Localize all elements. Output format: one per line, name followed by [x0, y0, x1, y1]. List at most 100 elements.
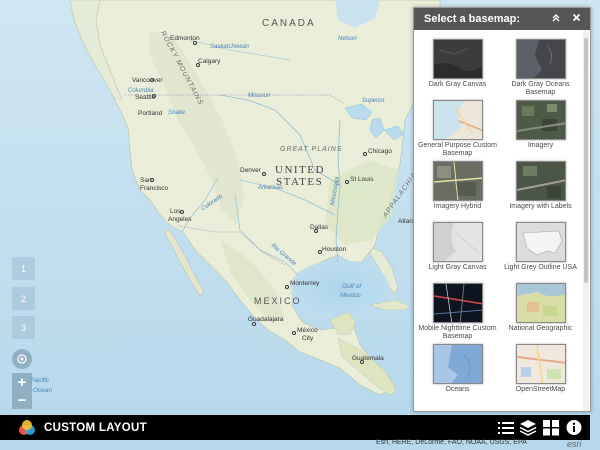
app-logo-icon [18, 419, 36, 437]
city-san-francisco-1: San [140, 177, 152, 184]
label-saskatchewan: Saskatchewan [210, 44, 250, 50]
city-san-francisco-2: Francisco [140, 185, 169, 192]
city-denver: Denver [240, 167, 261, 174]
page-button-3[interactable]: 3 [12, 316, 35, 339]
city-guadalajara: Guadalajara [248, 316, 284, 323]
basemap-imagery-hybrid[interactable]: Imagery Hybrid [416, 161, 499, 219]
locate-button[interactable] [12, 349, 32, 369]
basemap-panel-title: Select a basemap: [424, 13, 520, 25]
city-marker-los-angeles [180, 210, 184, 214]
label-pacific: Pacific [30, 377, 50, 384]
zoom-out-button[interactable]: − [12, 391, 32, 409]
thumbnail-nighttime [432, 283, 483, 323]
basemap-national-geographic[interactable]: National Geographic [499, 283, 582, 341]
city-seattle: Seattle [135, 94, 156, 101]
label-states: STATES [276, 176, 324, 188]
city-marker-st-louis [345, 180, 349, 184]
basemap-imagery[interactable]: Imagery [499, 100, 582, 158]
label-gulf-of: Gulf of [342, 283, 362, 290]
basemap-label: Dark Gray Oceans Basemap [511, 81, 570, 96]
map-attribution: Esri, HERE, DeLorme, FAO, NOAA, USGS, EP… [376, 439, 527, 446]
thumbnail-imagery [515, 100, 566, 140]
label-great-plains: GREAT PLAINS [280, 146, 343, 153]
layers-icon[interactable] [519, 419, 537, 436]
city-los-angeles-1: Los [170, 208, 181, 215]
city-marker-mexico-city [292, 331, 296, 335]
bottom-toolbar: CUSTOM LAYOUT [0, 415, 590, 440]
thumbnail-natgeo [515, 283, 566, 323]
basemap-label: Imagery [527, 142, 554, 149]
city-mexico-city-2: City [302, 335, 314, 342]
basemap-imagery-labels[interactable]: Imagery with Labels [499, 161, 582, 219]
double-chevron-up-icon[interactable] [548, 13, 564, 26]
thumbnail-imagery-hybrid [432, 161, 483, 201]
basemap-label: National Geographic [508, 325, 573, 332]
locate-icon [17, 354, 27, 364]
label-arkansas-river: Arkansas [258, 185, 284, 191]
label-ocean: Ocean [33, 387, 53, 394]
basemap-gallery: Dark Gray Canvas Dark Gray Oceans Basema… [414, 30, 582, 411]
basemap-label: General Purpose Custom Basemap [418, 142, 497, 157]
city-houston: Houston [322, 246, 347, 253]
basemap-mobile-nighttime[interactable]: Mobile Nighttime Custom Basemap [416, 283, 499, 341]
basemap-label: Dark Gray Canvas [428, 81, 487, 88]
label-united: UNITED [275, 164, 325, 176]
app-title: CUSTOM LAYOUT [44, 421, 147, 434]
thumbnail-imagery-labels [515, 161, 566, 201]
basemap-general-purpose[interactable]: General Purpose Custom Basemap [416, 100, 499, 158]
map-viewer[interactable]: CANADA UNITED STATES MEXICO GREAT PLAINS… [0, 0, 600, 450]
basemap-dark-gray-canvas[interactable]: Dark Gray Canvas [416, 39, 499, 97]
city-vancouver: Vancouver [132, 77, 163, 84]
thumbnail-dark-oceans [515, 39, 566, 79]
city-guatemala: Guatemala [352, 355, 384, 362]
basemap-scrollbar[interactable] [583, 30, 589, 411]
thumbnail-light-gray [432, 222, 483, 262]
basemap-label: Imagery with Labels [509, 203, 572, 210]
city-dallas: Dallas [310, 224, 329, 231]
city-marker-denver [262, 172, 266, 176]
city-monterrey: Monterrey [290, 280, 320, 287]
city-marker-chicago [363, 152, 367, 156]
label-lake-superior: Superior [362, 98, 385, 104]
basemap-label: Light Gray Canvas [428, 264, 487, 271]
basemap-label: Imagery Hybrid [433, 203, 482, 210]
zoom-in-button[interactable]: + [12, 373, 32, 391]
city-edmonton: Edmonton [170, 35, 200, 42]
label-mexico: MEXICO [254, 296, 302, 306]
basemap-panel-header: Select a basemap: [414, 8, 590, 30]
basemap-light-grey-outline-usa[interactable]: Light Grey Outline USA [499, 222, 582, 280]
city-chicago: Chicago [368, 148, 392, 155]
basemap-label: Oceans [445, 386, 470, 393]
thumbnail-dark-gray [432, 39, 483, 79]
city-los-angeles-2: Angeles [168, 216, 192, 223]
legend-icon[interactable] [497, 419, 515, 436]
basemap-light-gray-canvas[interactable]: Light Gray Canvas [416, 222, 499, 280]
basemap-openstreetmap[interactable]: OpenStreetMap [499, 344, 582, 402]
label-nelson-river: Nelson [338, 36, 357, 42]
city-mexico-city-1: México [297, 327, 318, 334]
page-button-1[interactable]: 1 [12, 257, 35, 280]
city-atlanta: Atlan [398, 218, 413, 225]
basemap-panel: Select a basemap: Dark Gray Canvas Dark … [413, 7, 591, 412]
basemap-grid-icon[interactable] [542, 419, 560, 436]
basemap-oceans[interactable]: Oceans [416, 344, 499, 402]
page-button-2[interactable]: 2 [12, 287, 35, 310]
basemap-label: Mobile Nighttime Custom Basemap [418, 325, 497, 340]
label-missouri-river: Missouri [248, 93, 271, 99]
city-marker-monterrey [285, 285, 289, 289]
basemap-label: Light Grey Outline USA [504, 264, 577, 271]
close-icon[interactable] [568, 13, 584, 25]
thumbnail-general [432, 100, 483, 140]
basemap-scroll-thumb[interactable] [584, 38, 588, 283]
thumbnail-light-grey-outline [515, 222, 566, 262]
esri-logo: esri [567, 439, 582, 449]
label-gulf-mexico: Mexico [340, 292, 361, 299]
info-icon[interactable] [565, 419, 583, 436]
label-canada: CANADA [262, 18, 316, 29]
basemap-dark-gray-oceans[interactable]: Dark Gray Oceans Basemap [499, 39, 582, 97]
label-snake-river: Snake [168, 110, 186, 116]
basemap-label: OpenStreetMap [515, 386, 566, 393]
city-calgary: Calgary [198, 58, 221, 65]
thumbnail-osm [515, 344, 566, 384]
city-portland: Portland [138, 110, 163, 117]
